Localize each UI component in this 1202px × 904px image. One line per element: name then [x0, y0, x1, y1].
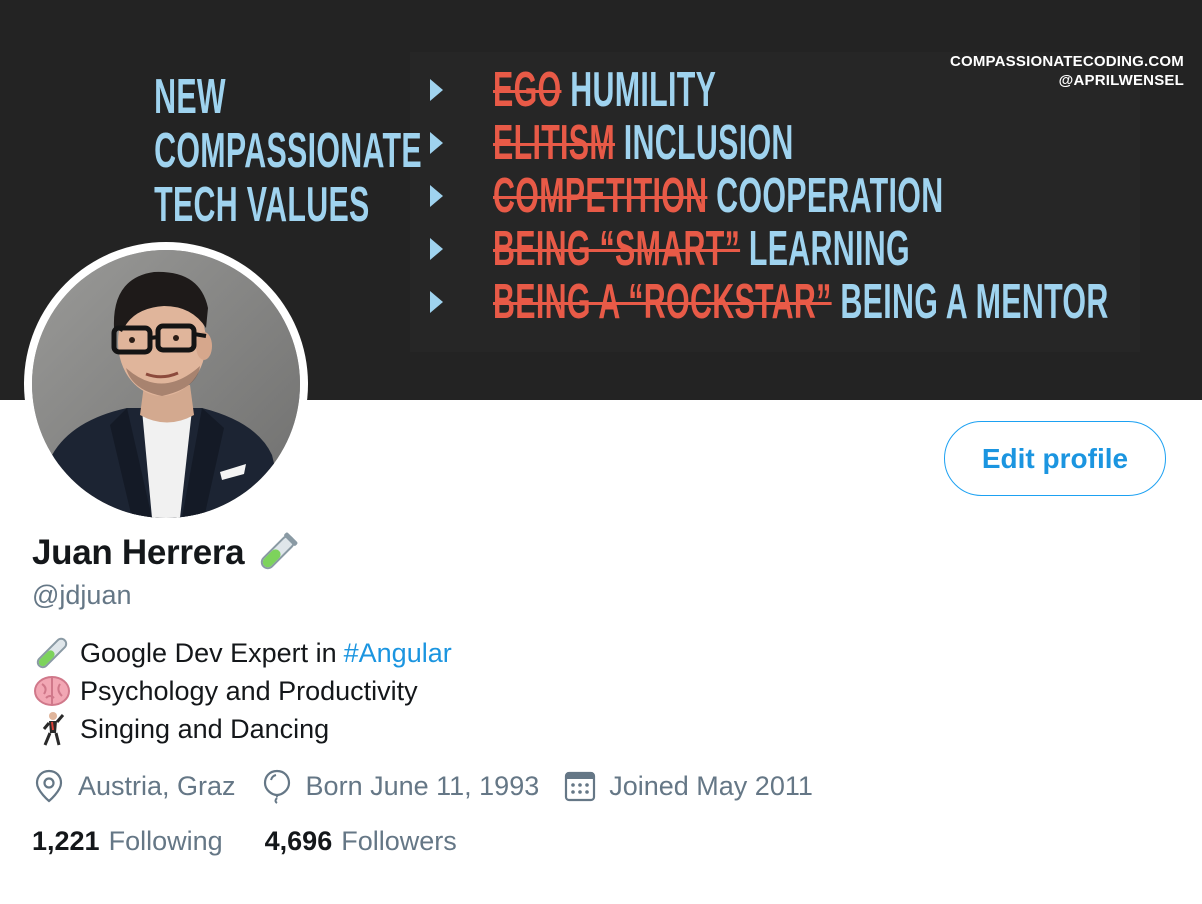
test-tube-icon [32, 634, 72, 672]
profile-name-row: Juan Herrera [32, 530, 300, 576]
triangle-bullet-icon [430, 185, 443, 207]
following-link[interactable]: 1,221 Following [32, 826, 223, 857]
triangle-bullet-icon [430, 79, 443, 101]
new-value: COOPERATION [716, 169, 944, 223]
avatar-photo [32, 250, 300, 518]
following-count: 1,221 [32, 826, 100, 856]
calendar-icon [563, 768, 597, 804]
bio-line: Google Dev Expert in #Angular [32, 634, 452, 672]
brain-icon [32, 672, 72, 710]
profile-bio: Google Dev Expert in #Angular Psychology… [32, 634, 452, 748]
bio-text: Psychology and Productivity [80, 675, 418, 706]
balloon-icon [260, 768, 294, 804]
joined-text: Joined May 2011 [609, 770, 813, 801]
bio-line: Psychology and Productivity [32, 672, 452, 710]
banner-credit-site: COMPASSIONATECODING.COM [949, 53, 1184, 70]
old-value: EGO [493, 63, 562, 117]
avatar-portrait-image [32, 250, 300, 518]
old-value: COMPETITION [493, 169, 708, 223]
new-value: BEING A MENTOR [840, 275, 1109, 329]
profile-meta: Austria, Graz Born June 11, 1993 Joined … [32, 768, 837, 804]
profile-stats: 1,221 Following 4,696 Followers [32, 826, 499, 857]
old-value: ELITISM [493, 116, 616, 170]
followers-label: Followers [341, 826, 457, 856]
new-value: INCLUSION [623, 116, 794, 170]
old-value: BEING A “ROCKSTAR” [493, 275, 832, 329]
triangle-bullet-icon [430, 291, 443, 313]
birthday-item: Born June 11, 1993 [260, 768, 540, 804]
triangle-bullet-icon [430, 132, 443, 154]
joined-item: Joined May 2011 [563, 768, 813, 804]
new-value: LEARNING [748, 222, 910, 276]
banner-title-line: COMPASSIONATE [154, 124, 422, 178]
following-label: Following [108, 826, 223, 856]
triangle-bullet-icon [430, 238, 443, 260]
test-tube-icon [254, 530, 300, 576]
new-value: HUMILITY [570, 63, 717, 117]
bio-text: Singing and Dancing [80, 713, 330, 744]
banner-title-line: NEW [154, 70, 226, 124]
location-text: Austria, Graz [78, 770, 236, 801]
banner-title-line: TECH VALUES [154, 178, 370, 232]
hashtag-link[interactable]: #Angular [344, 638, 452, 669]
followers-link[interactable]: 4,696 Followers [265, 826, 457, 857]
location-pin-icon [32, 768, 66, 804]
man-dancing-icon [32, 710, 72, 748]
banner-credit: COMPASSIONATECODING.COM @APRILWENSEL [950, 52, 1184, 90]
profile-name: Juan Herrera [32, 533, 245, 572]
location-item: Austria, Graz [32, 768, 236, 804]
bio-text: Google Dev Expert in [80, 637, 337, 668]
banner-credit-handle: @APRILWENSEL [1058, 72, 1184, 89]
birthday-text: Born June 11, 1993 [305, 770, 540, 801]
profile-page: NEW COMPASSIONATE TECH VALUES EGO HUMILI… [0, 0, 1202, 904]
followers-count: 4,696 [264, 826, 333, 856]
avatar[interactable] [24, 242, 308, 526]
profile-handle: @jdjuan [32, 580, 132, 610]
old-value: BEING “SMART” [493, 222, 741, 276]
edit-profile-button[interactable]: Edit profile [944, 421, 1166, 496]
bio-line: Singing and Dancing [32, 710, 452, 748]
